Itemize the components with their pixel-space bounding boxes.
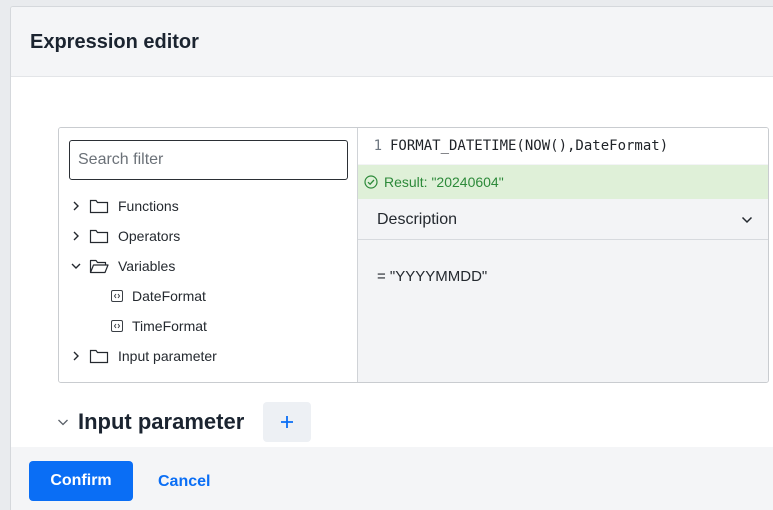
tree-item-label: Variables [118, 258, 176, 274]
tree-item-operators[interactable]: Operators [69, 221, 349, 251]
input-parameter-section: Input parameter [56, 402, 312, 442]
folder-icon [89, 228, 109, 244]
line-number: 1 [373, 138, 382, 154]
folder-open-icon [89, 258, 109, 274]
tree-item-label: Input parameter [118, 348, 217, 364]
variable-icon [111, 290, 123, 302]
tree-item-timeformat[interactable]: TimeFormat [69, 311, 349, 341]
chevron-right-icon[interactable] [69, 199, 83, 213]
tree-item-label: Functions [118, 198, 179, 214]
input-parameter-title: Input parameter [78, 409, 245, 434]
folder-icon [89, 198, 109, 214]
tree-item-functions[interactable]: Functions [69, 191, 349, 221]
search-filter-input[interactable] [69, 140, 348, 180]
confirm-button[interactable]: Confirm [29, 461, 133, 501]
tree-item-dateformat[interactable]: DateFormat [69, 281, 349, 311]
add-input-parameter-button[interactable] [263, 402, 312, 442]
result-text: Result: "20240604" [384, 174, 504, 190]
editor-panel: Functions Operators [58, 127, 769, 383]
description-body: = "YYYYMMDD" [377, 268, 488, 285]
description-title: Description [377, 210, 458, 228]
code-editor-line[interactable]: 1 FORMAT_DATETIME(NOW(),DateFormat) [358, 128, 768, 164]
chevron-down-icon[interactable] [56, 415, 70, 429]
tree-item-label: TimeFormat [132, 318, 207, 334]
folder-icon [89, 348, 109, 364]
dialog-title: Expression editor [30, 31, 199, 53]
dialog-footer: Confirm Cancel [11, 447, 773, 510]
result-bar: Result: "20240604" [358, 165, 768, 199]
code-text[interactable]: FORMAT_DATETIME(NOW(),DateFormat) [390, 138, 668, 154]
tree-pane: Functions Operators [59, 128, 358, 382]
check-circle-icon [364, 175, 378, 189]
chevron-down-icon[interactable] [69, 259, 83, 273]
variable-icon [111, 320, 123, 332]
tree-item-label: DateFormat [132, 288, 206, 304]
editor-pane: 1 FORMAT_DATETIME(NOW(),DateFormat) Resu… [358, 128, 768, 382]
tree-item-input-parameter[interactable]: Input parameter [69, 341, 349, 371]
description-header[interactable]: Description [358, 200, 768, 240]
chevron-right-icon[interactable] [69, 349, 83, 363]
tree-list: Functions Operators Variables DateFormat… [69, 191, 349, 371]
chevron-down-icon[interactable] [740, 213, 754, 227]
chevron-right-icon[interactable] [69, 229, 83, 243]
plus-icon [281, 416, 294, 428]
cancel-button[interactable]: Cancel [158, 473, 210, 491]
tree-item-label: Operators [118, 228, 181, 244]
expression-editor-dialog: Expression editor Functions [10, 6, 773, 510]
dialog-header: Expression editor [11, 7, 773, 77]
tree-item-variables[interactable]: Variables [69, 251, 349, 281]
